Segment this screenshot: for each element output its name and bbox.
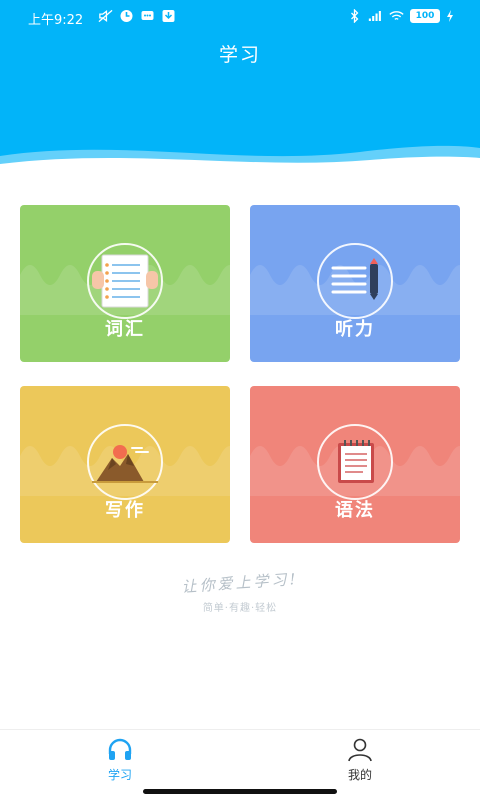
status-bar: 上午9:22 100 <box>0 0 480 34</box>
listening-notes-icon <box>331 258 378 300</box>
headphones-icon <box>108 738 132 760</box>
vocabulary-icon-circle <box>87 243 163 319</box>
slogan: 让你爱上学习! 简单·有趣·轻松 <box>140 570 340 614</box>
header: 上午9:22 100 学习 <box>0 0 480 170</box>
battery-indicator: 100 <box>410 9 440 23</box>
writing-mountain-icon <box>92 445 158 483</box>
slogan-sub: 简单·有趣·轻松 <box>202 603 278 614</box>
card-vocabulary[interactable]: 词汇 <box>20 205 230 362</box>
home-indicator[interactable] <box>143 789 337 794</box>
page-title: 学习 <box>218 44 261 66</box>
mute-icon <box>98 9 113 23</box>
card-writing[interactable]: 写作 <box>20 386 230 543</box>
header-wave <box>0 145 480 170</box>
nav-item-mine[interactable]: 我的 <box>320 738 400 783</box>
vocabulary-book-icon <box>92 254 158 308</box>
grammar-icon-circle <box>317 424 393 500</box>
charging-icon <box>447 10 453 22</box>
download-icon <box>162 10 175 22</box>
listening-icon-circle <box>317 243 393 319</box>
grammar-notebook-icon <box>338 440 374 483</box>
status-time: 上午9:22 <box>28 13 84 28</box>
card-listening[interactable]: 听力 <box>250 205 460 362</box>
card-label: 语法 <box>335 500 375 521</box>
signal-icon <box>368 11 381 21</box>
writing-icon-circle <box>87 424 163 500</box>
status-right-icons: 100 <box>347 9 454 23</box>
app-notification-icon <box>120 10 133 22</box>
nav-label-study: 学习 <box>107 768 132 782</box>
status-left-icons <box>98 9 176 23</box>
card-label: 听力 <box>335 319 375 340</box>
wifi-icon <box>389 11 404 20</box>
bluetooth-icon <box>351 9 359 23</box>
nav-label-mine: 我的 <box>347 768 372 782</box>
slogan-main: 让你爱上学习! <box>181 569 300 597</box>
card-label: 写作 <box>105 500 145 521</box>
nav-item-study[interactable]: 学习 <box>80 738 160 783</box>
message-icon <box>141 11 154 20</box>
user-icon <box>348 738 372 762</box>
card-grammar[interactable]: 语法 <box>250 386 460 543</box>
card-label: 词汇 <box>105 319 145 340</box>
